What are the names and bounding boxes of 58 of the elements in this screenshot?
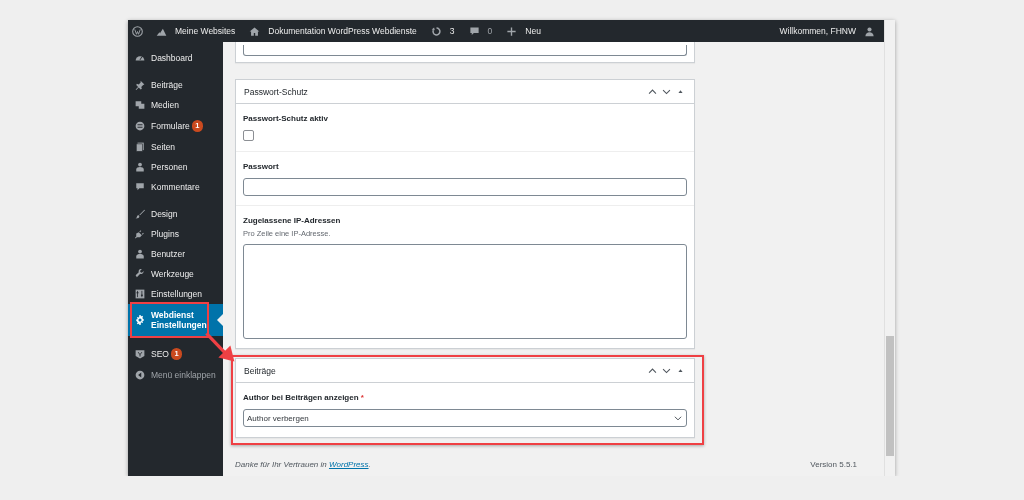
input-field[interactable] <box>243 178 687 196</box>
plug-icon <box>135 229 145 239</box>
user-icon <box>864 25 875 37</box>
plus-icon <box>506 25 518 37</box>
version-text: Version 5.5.1 <box>810 460 857 469</box>
menu-item[interactable]: Medien <box>128 95 223 115</box>
speech-bubble-icon <box>468 25 480 37</box>
menu-item[interactable]: Kommentare <box>128 177 223 197</box>
comments-link[interactable]: 0 <box>459 20 498 42</box>
brush-icon <box>135 209 145 219</box>
person-icon <box>135 249 145 259</box>
menu-item[interactable]: Dashboard <box>128 48 223 68</box>
shield-icon <box>135 349 145 359</box>
pin-icon <box>135 80 145 90</box>
sites-menu[interactable]: Meine Websites <box>147 20 241 42</box>
wp-logo-icon[interactable] <box>132 25 143 37</box>
panel-title: Passwort-Schutz <box>244 86 308 97</box>
menu-item[interactable]: Personen <box>128 157 223 177</box>
text-area[interactable] <box>243 244 687 339</box>
chevron-up-icon[interactable] <box>647 86 658 97</box>
new-menu[interactable]: Neu <box>497 20 546 42</box>
menu-item[interactable]: Werkzeuge <box>128 264 223 284</box>
field-label: Passwort-Schutz aktiv <box>243 114 329 123</box>
field-label: Author bei Beiträgen anzeigen * <box>243 393 365 402</box>
field-label: Zugelassene IP-Adressen <box>243 216 342 225</box>
wordpress-link[interactable]: WordPress <box>329 460 369 469</box>
media-icon <box>135 100 145 110</box>
pages-icon <box>135 142 145 152</box>
checkbox[interactable] <box>243 130 254 141</box>
account-menu[interactable]: Willkommen, FHNW <box>774 20 884 42</box>
menu-item[interactable]: Beiträge <box>128 75 223 95</box>
menu-item[interactable]: Benutzer <box>128 244 223 264</box>
menu-item[interactable]: Seiten <box>128 137 223 157</box>
footer-text: Danke für Ihr Vertrauen in WordPress. <box>235 460 371 469</box>
collapse-icon <box>135 370 145 380</box>
sliders-icon <box>135 289 145 299</box>
house-icon <box>249 25 261 37</box>
refresh-icon <box>430 25 442 37</box>
person-icon <box>135 162 145 172</box>
updates-link[interactable]: 3 <box>421 20 460 42</box>
chevron-down-icon <box>673 413 683 423</box>
select-dropdown[interactable]: Author verbergen <box>243 409 687 427</box>
menu-item[interactable]: Plugins <box>128 224 223 244</box>
menu-item[interactable]: Einstellungen <box>128 284 223 304</box>
gear-icon <box>135 315 145 325</box>
speech-bubble-icon <box>135 182 145 192</box>
input-field[interactable] <box>243 45 687 56</box>
menu-item[interactable]: Design <box>128 204 223 224</box>
field-label: Passwort <box>243 162 280 171</box>
wrench-icon <box>135 269 145 279</box>
gauge-icon <box>135 53 145 63</box>
panel-title: Beiträge <box>244 365 276 376</box>
scrollbar[interactable] <box>884 20 895 476</box>
site-link[interactable]: Dokumentation WordPress Webdienste <box>240 20 422 42</box>
form-icon <box>135 121 145 131</box>
chevron-up-icon[interactable] <box>647 365 658 376</box>
menu-item[interactable]: Webdienst Einstellungen <box>128 304 223 336</box>
collapse-menu-button[interactable]: Menü einklappen <box>128 365 223 385</box>
